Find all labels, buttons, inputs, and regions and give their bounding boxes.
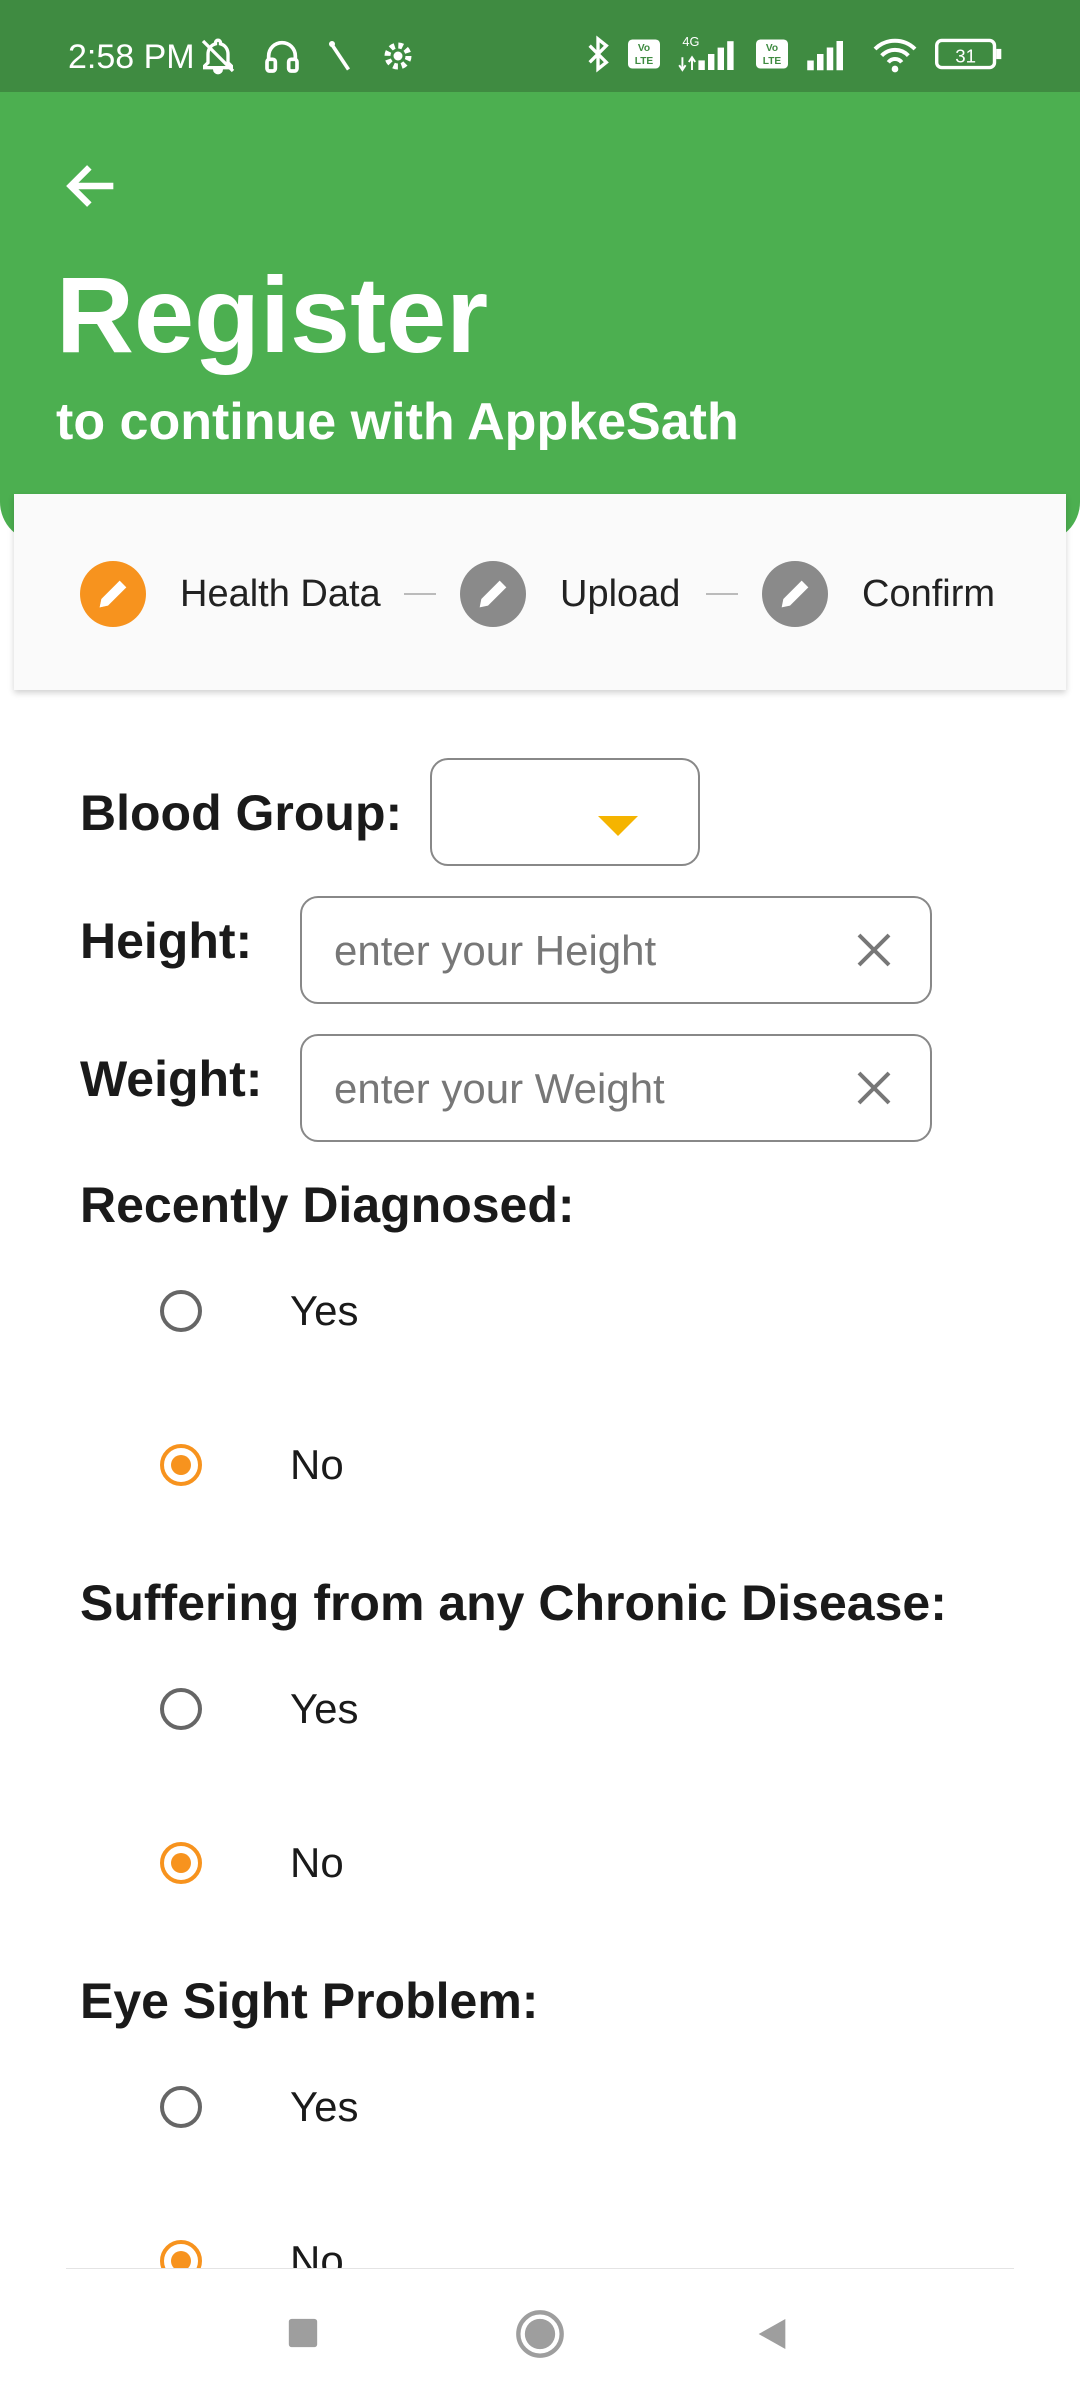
gear-icon xyxy=(384,42,412,70)
app-header: Register to continue with AppkeSath xyxy=(0,92,1080,542)
radio-button[interactable] xyxy=(160,1290,202,1332)
home-icon[interactable] xyxy=(514,2308,566,2360)
step-separator xyxy=(404,593,436,595)
recents-icon[interactable] xyxy=(286,2316,320,2350)
step-label: Health Data xyxy=(180,572,381,615)
headset-icon xyxy=(265,40,299,73)
status-time: 2:58 PM xyxy=(68,38,195,76)
step-separator xyxy=(706,593,738,595)
blood-group-dropdown[interactable] xyxy=(430,758,700,866)
eye-sight-label: Eye Sight Problem: xyxy=(80,1973,539,2029)
height-field xyxy=(300,896,932,1004)
option-label: Yes xyxy=(290,1685,359,1732)
weight-field xyxy=(300,1034,932,1142)
step-label: Upload xyxy=(560,572,681,615)
weight-input[interactable] xyxy=(332,1036,816,1142)
back-icon[interactable] xyxy=(752,2314,792,2354)
signal-slash-icon xyxy=(329,41,350,71)
svg-text:LTE: LTE xyxy=(635,56,654,67)
bluetooth-icon xyxy=(588,35,609,73)
caret-down-icon xyxy=(598,816,638,836)
step-health-data[interactable]: Health Data xyxy=(80,560,381,628)
radio-button[interactable] xyxy=(160,1688,202,1730)
step-upload[interactable]: Upload xyxy=(460,560,680,628)
radio-button[interactable] xyxy=(160,1444,202,1486)
option-label: Yes xyxy=(290,1287,359,1334)
wifi-icon xyxy=(873,38,917,73)
height-label: Height: xyxy=(80,913,253,969)
option-label: No xyxy=(290,1839,344,1886)
stepper: Health Data Upload Confirm xyxy=(14,494,1066,690)
option-label: Yes xyxy=(290,2083,359,2130)
blood-group-label: Blood Group: xyxy=(80,785,403,841)
pencil-icon xyxy=(762,561,828,627)
battery-icon: 31 xyxy=(935,38,1002,70)
close-icon[interactable] xyxy=(854,930,894,970)
signal-icon: 4G xyxy=(678,34,734,72)
divider xyxy=(66,2268,1014,2269)
height-input[interactable] xyxy=(332,898,816,1004)
page-subtitle: to continue with AppkeSath xyxy=(56,393,739,451)
option-label: No xyxy=(290,1441,344,1488)
recently-diagnosed-label: Recently Diagnosed: xyxy=(80,1177,575,1233)
pencil-icon xyxy=(460,561,526,627)
volte-icon: Vo LTE xyxy=(628,39,660,69)
page-title: Register xyxy=(56,254,489,375)
close-icon[interactable] xyxy=(854,1068,894,1108)
step-confirm[interactable]: Confirm xyxy=(762,560,995,628)
radio-button[interactable] xyxy=(160,2086,202,2128)
radio-button[interactable] xyxy=(160,1842,202,1884)
svg-text:LTE: LTE xyxy=(763,56,782,67)
signal-icon xyxy=(807,41,843,71)
step-label: Confirm xyxy=(862,572,996,615)
svg-text:Vo: Vo xyxy=(766,43,778,54)
chronic-disease-label: Suffering from any Chronic Disease: xyxy=(80,1575,947,1631)
arrow-left-icon[interactable] xyxy=(60,154,124,218)
status-bar: 2:58 PM Vo LTE 4G Vo LTE 31 xyxy=(0,0,1080,92)
volte-icon: Vo LTE xyxy=(756,39,788,69)
mute-icon xyxy=(201,38,235,75)
recently-diagnosed-no-option[interactable]: No xyxy=(160,1430,344,1500)
chronic-disease-no-option[interactable]: No xyxy=(160,1828,344,1898)
pencil-icon xyxy=(80,561,146,627)
eye-sight-yes-option[interactable]: Yes xyxy=(160,2072,359,2142)
svg-text:Vo: Vo xyxy=(638,43,650,54)
weight-label: Weight: xyxy=(80,1051,263,1107)
chronic-disease-yes-option[interactable]: Yes xyxy=(160,1674,359,1744)
recently-diagnosed-yes-option[interactable]: Yes xyxy=(160,1276,359,1346)
system-nav-bar xyxy=(0,2268,1080,2400)
battery-level: 31 xyxy=(955,46,976,67)
network-type: 4G xyxy=(682,34,699,49)
